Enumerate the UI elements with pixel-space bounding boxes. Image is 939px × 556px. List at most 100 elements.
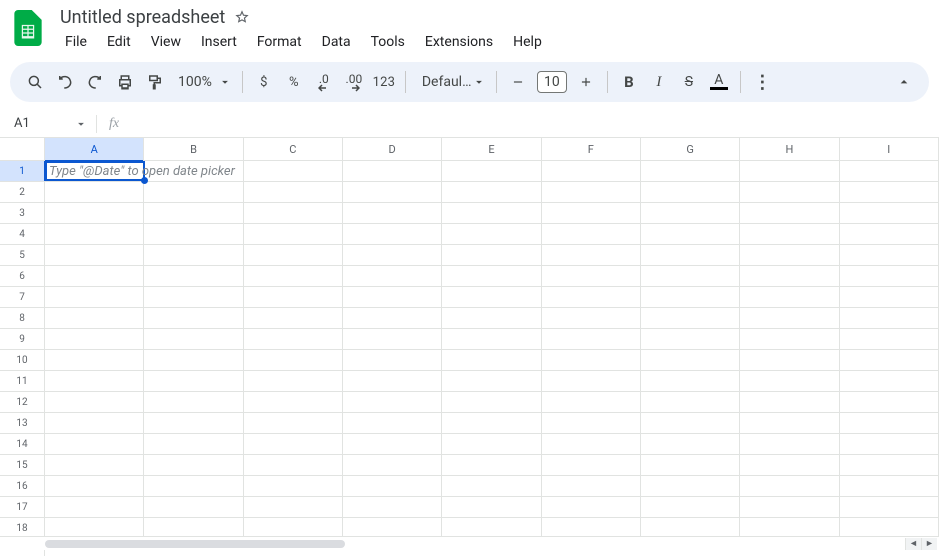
scroll-right-icon[interactable]: ► (921, 538, 937, 550)
row-header[interactable]: 8 (0, 308, 44, 329)
italic-button[interactable]: I (644, 67, 674, 97)
cell[interactable] (45, 497, 144, 518)
cell[interactable] (144, 245, 243, 266)
row-header[interactable]: 6 (0, 266, 44, 287)
doc-title[interactable]: Untitled spreadsheet (56, 7, 229, 28)
cell[interactable] (740, 434, 839, 455)
cell[interactable] (840, 203, 939, 224)
scroll-left-icon[interactable]: ◄ (905, 538, 921, 550)
row-header[interactable]: 17 (0, 497, 44, 518)
cell[interactable] (641, 497, 740, 518)
cell[interactable] (144, 476, 243, 497)
cell[interactable] (442, 203, 541, 224)
cell[interactable] (840, 371, 939, 392)
cell[interactable] (144, 371, 243, 392)
menu-tools[interactable]: Tools (362, 30, 414, 54)
cell[interactable] (144, 308, 243, 329)
formula-bar-input[interactable] (131, 110, 939, 137)
cell[interactable] (244, 182, 343, 203)
menu-extensions[interactable]: Extensions (416, 30, 502, 54)
text-color-button[interactable]: A (704, 67, 734, 97)
print-icon[interactable] (110, 67, 140, 97)
cell[interactable] (45, 329, 144, 350)
cell[interactable] (542, 161, 641, 182)
cell[interactable] (45, 455, 144, 476)
cell[interactable] (840, 161, 939, 182)
active-cell-outline[interactable] (45, 161, 145, 181)
column-header[interactable]: G (641, 138, 740, 160)
row-header[interactable]: 16 (0, 476, 44, 497)
cell[interactable] (542, 434, 641, 455)
row-header[interactable]: 15 (0, 455, 44, 476)
cell[interactable] (442, 434, 541, 455)
cell[interactable] (442, 497, 541, 518)
cell[interactable] (740, 455, 839, 476)
cell[interactable] (45, 266, 144, 287)
cell[interactable] (740, 245, 839, 266)
cell[interactable] (740, 350, 839, 371)
column-header[interactable]: C (244, 138, 343, 160)
cell[interactable] (45, 371, 144, 392)
column-header[interactable]: F (542, 138, 641, 160)
cell[interactable] (641, 161, 740, 182)
cell[interactable] (343, 392, 442, 413)
row-header[interactable]: 5 (0, 245, 44, 266)
cell[interactable] (740, 392, 839, 413)
cell[interactable] (641, 476, 740, 497)
column-header[interactable]: D (343, 138, 442, 160)
cell[interactable] (840, 224, 939, 245)
row-header[interactable]: 14 (0, 434, 44, 455)
cell[interactable] (343, 371, 442, 392)
cell[interactable] (542, 182, 641, 203)
cell[interactable] (442, 476, 541, 497)
cell[interactable] (343, 455, 442, 476)
cell[interactable] (641, 245, 740, 266)
cell[interactable] (542, 476, 641, 497)
cell[interactable] (542, 287, 641, 308)
paint-format-icon[interactable] (140, 67, 170, 97)
cell[interactable] (542, 350, 641, 371)
cell[interactable] (641, 224, 740, 245)
cell[interactable] (740, 476, 839, 497)
cell[interactable] (343, 182, 442, 203)
row-header[interactable]: 1 (0, 161, 44, 182)
collapse-toolbar-icon[interactable] (889, 67, 919, 97)
cell[interactable] (45, 224, 144, 245)
cell[interactable] (840, 308, 939, 329)
decrease-decimal-button[interactable]: .0 (309, 67, 339, 97)
cell[interactable] (343, 287, 442, 308)
cell[interactable] (542, 371, 641, 392)
cell[interactable] (343, 497, 442, 518)
currency-button[interactable]: $ (249, 67, 279, 97)
bold-button[interactable]: B (614, 67, 644, 97)
cell[interactable] (45, 392, 144, 413)
row-header[interactable]: 12 (0, 392, 44, 413)
column-header[interactable]: E (442, 138, 541, 160)
cell[interactable] (542, 497, 641, 518)
row-header[interactable]: 13 (0, 413, 44, 434)
cell[interactable] (442, 329, 541, 350)
cell[interactable] (740, 413, 839, 434)
cell[interactable] (244, 224, 343, 245)
menu-view[interactable]: View (142, 30, 190, 54)
cell[interactable] (244, 329, 343, 350)
cell[interactable] (641, 287, 740, 308)
cell[interactable] (542, 413, 641, 434)
cell[interactable] (641, 308, 740, 329)
row-header[interactable]: 3 (0, 203, 44, 224)
star-icon[interactable] (235, 10, 249, 24)
cell[interactable] (343, 308, 442, 329)
cell[interactable] (442, 161, 541, 182)
cell[interactable] (244, 266, 343, 287)
search-icon[interactable] (20, 67, 50, 97)
cell[interactable] (542, 266, 641, 287)
cell[interactable] (740, 287, 839, 308)
cell[interactable] (144, 413, 243, 434)
cell[interactable] (840, 497, 939, 518)
cell[interactable] (343, 413, 442, 434)
cell[interactable] (45, 203, 144, 224)
strikethrough-button[interactable]: S (674, 67, 704, 97)
cell[interactable] (45, 413, 144, 434)
cell[interactable] (542, 224, 641, 245)
cell[interactable] (144, 161, 243, 182)
